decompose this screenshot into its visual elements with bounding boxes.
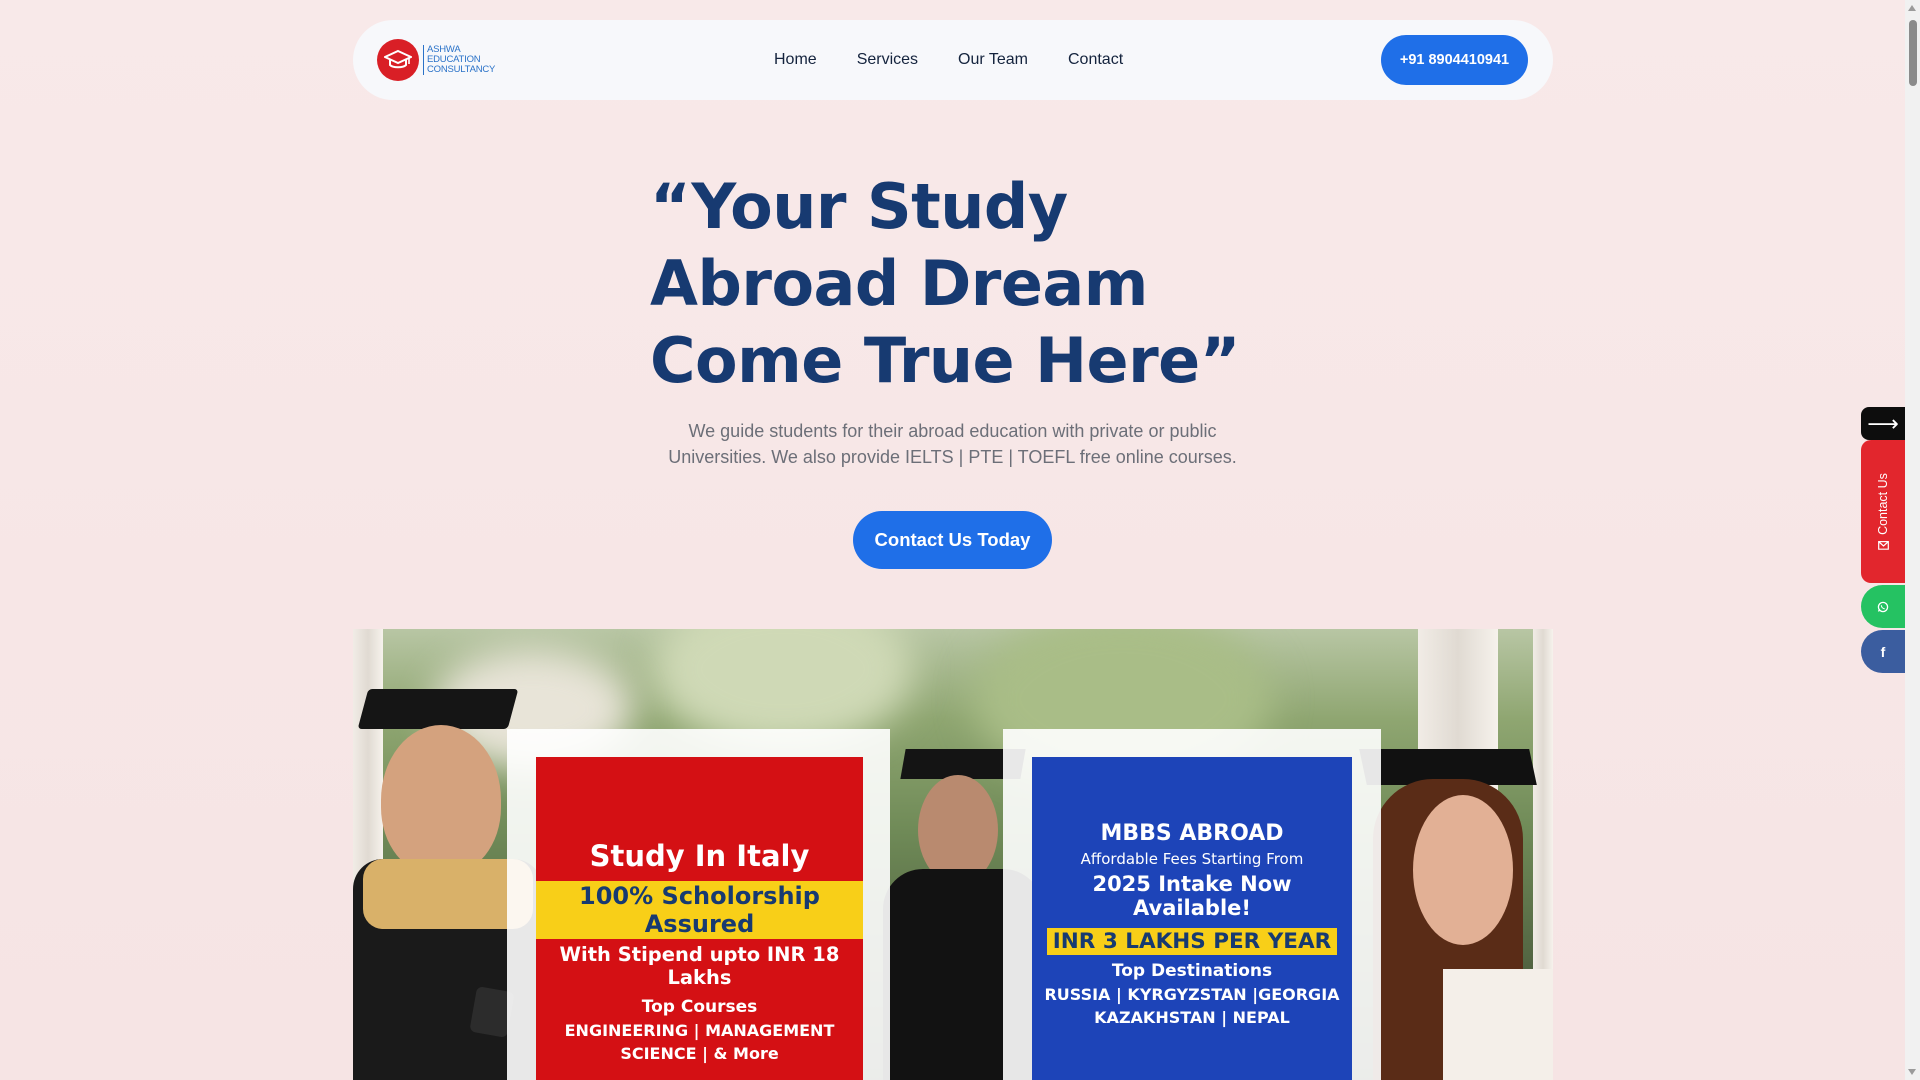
whatsapp-button[interactable] xyxy=(1861,585,1905,628)
poster-highlight: INR 3 LAKHS PER YEAR xyxy=(1046,928,1338,955)
study-in-italy-poster[interactable]: Study In Italy 100% Scholorship Assured … xyxy=(536,757,863,1080)
facebook-icon: f xyxy=(1880,643,1886,660)
nav-menu: Home Services Our Team Contact xyxy=(774,20,1123,100)
nav-home[interactable]: Home xyxy=(774,51,817,69)
hero-banner-image: Study In Italy 100% Scholorship Assured … xyxy=(353,629,1553,1080)
nav-services[interactable]: Services xyxy=(857,51,918,69)
poster-line: SCIENCE | & More xyxy=(620,1044,779,1063)
poster-title: Study In Italy xyxy=(589,839,810,873)
page-scrollbar[interactable] xyxy=(1905,0,1920,1080)
poster-title: MBBS ABROAD xyxy=(1100,821,1284,846)
hero-title: “Your Study Abroad Dream Come True Here” xyxy=(650,170,1240,397)
poster-line: Affordable Fees Starting From xyxy=(1080,850,1304,868)
poster-highlight: 100% Scholorship Assured xyxy=(536,881,863,939)
scroll-down-icon[interactable] xyxy=(1908,1069,1916,1075)
poster-line: ENGINEERING | MANAGEMENT xyxy=(564,1021,835,1040)
scroll-up-icon[interactable] xyxy=(1908,5,1916,11)
poster-line: KAZAKHSTAN | NEPAL xyxy=(1094,1008,1290,1027)
brand-logo[interactable]: ASHWA EDUCATION CONSULTANCY xyxy=(377,39,495,81)
contact-us-today-button[interactable]: Contact Us Today xyxy=(853,511,1052,569)
scrollbar-thumb[interactable] xyxy=(1909,20,1917,86)
graduation-cap-icon xyxy=(377,39,419,81)
whatsapp-icon xyxy=(1877,601,1889,612)
hero-subtitle: We guide students for their abroad educa… xyxy=(668,421,1237,467)
side-contact-us-tab[interactable]: Contact Us xyxy=(1861,440,1905,583)
nav-our-team[interactable]: Our Team xyxy=(958,51,1028,69)
envelope-icon xyxy=(1877,540,1889,550)
poster-line: RUSSIA | KYRGYZSTAN |GEORGIA xyxy=(1044,985,1340,1004)
phone-button[interactable]: +91 8904410941 xyxy=(1381,35,1528,85)
mbbs-abroad-poster[interactable]: MBBS ABROAD Affordable Fees Starting Fro… xyxy=(1032,757,1352,1080)
poster-line: Top Destinations xyxy=(1111,961,1273,981)
side-toggle-arrow-icon[interactable]: ⟶ xyxy=(1861,407,1905,440)
side-contact-label: Contact Us xyxy=(1876,472,1890,535)
navbar: ASHWA EDUCATION CONSULTANCY Home Service… xyxy=(353,20,1553,100)
poster-line: 2025 Intake Now Available! xyxy=(1092,872,1292,920)
page: ASHWA EDUCATION CONSULTANCY Home Service… xyxy=(0,0,1905,1080)
nav-contact[interactable]: Contact xyxy=(1068,51,1123,69)
poster-line: With Stipend upto INR 18 Lakhs xyxy=(559,943,840,989)
poster-line: Top Courses xyxy=(641,997,758,1017)
facebook-button[interactable]: f xyxy=(1861,630,1905,673)
brand-name: ASHWA EDUCATION CONSULTANCY xyxy=(423,45,495,75)
